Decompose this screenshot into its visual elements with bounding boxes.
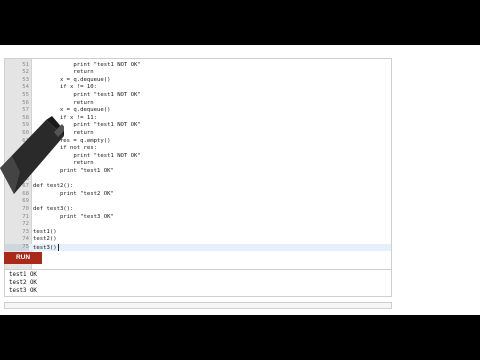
code-line[interactable]: 54 if x != 10:	[5, 84, 391, 92]
video-frame: 51 print "test1 NOT OK" 52 return 53 x = q…	[0, 45, 480, 315]
code-line[interactable]: 52 return	[5, 69, 391, 77]
code-text[interactable]: x = q.dequeue()	[33, 77, 111, 85]
code-line[interactable]: 75 test3()	[5, 243, 391, 252]
code-line[interactable]: 53 x = q.dequeue()	[5, 77, 391, 85]
code-text[interactable]: return	[33, 69, 93, 77]
code-text[interactable]: test2()	[33, 236, 57, 244]
code-text[interactable]: test1()	[33, 229, 57, 237]
code-line[interactable]: 72	[5, 221, 391, 229]
line-number: 54	[22, 84, 29, 91]
code-line[interactable]: 55 print "test1 NOT OK"	[5, 92, 391, 100]
code-text[interactable]: print "test1 NOT OK"	[33, 92, 140, 100]
line-number: 52	[22, 69, 29, 76]
line-number: 51	[22, 61, 29, 68]
output-panel: test1 OK test2 OK test3 OK	[4, 269, 392, 297]
line-number: 73	[22, 228, 29, 235]
code-text[interactable]: print "test1 NOT OK"	[33, 62, 140, 70]
output-line: test1 OK	[9, 272, 37, 278]
line-number: 74	[22, 236, 29, 243]
code-line[interactable]: 73 test1()	[5, 229, 391, 237]
line-number: 75	[5, 243, 29, 252]
code-line[interactable]: 74 test2()	[5, 236, 391, 244]
output-line: test2 OK	[9, 280, 37, 286]
line-number: 55	[22, 91, 29, 98]
code-line[interactable]: 51 print "test1 NOT OK"	[5, 62, 391, 70]
line-number: 72	[22, 221, 29, 228]
stylus-pen-icon	[0, 116, 64, 194]
output-line: test3 OK	[9, 288, 37, 294]
code-text[interactable]: return	[33, 100, 93, 108]
line-number: 53	[22, 76, 29, 83]
line-number: 56	[22, 99, 29, 106]
code-line[interactable]: 56 return	[5, 100, 391, 108]
run-button[interactable]: RUN	[4, 252, 42, 264]
letterbox-top	[0, 0, 480, 45]
letterbox-bottom	[0, 315, 480, 360]
horizontal-scrollbar[interactable]	[4, 302, 392, 309]
text-cursor	[57, 243, 59, 251]
code-text[interactable]: if x != 10:	[33, 84, 97, 92]
